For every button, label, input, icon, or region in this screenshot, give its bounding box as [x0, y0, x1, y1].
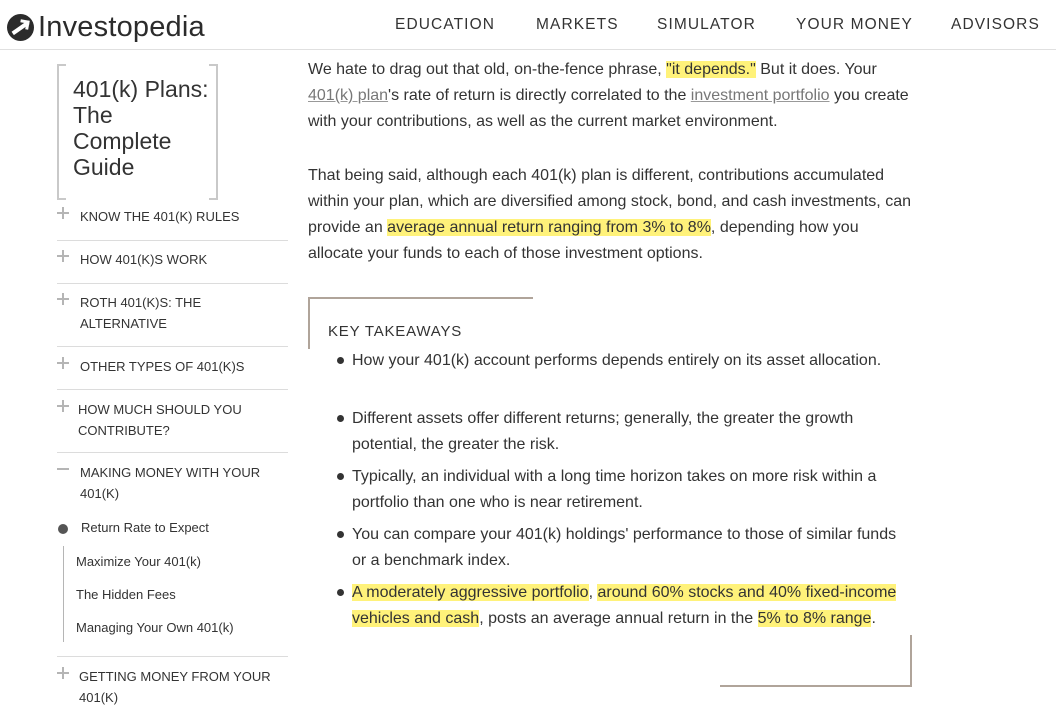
- sub-item-maximize[interactable]: Maximize Your 401(k): [76, 554, 201, 569]
- plus-icon[interactable]: [57, 357, 69, 369]
- logo[interactable]: Investopedia: [7, 10, 205, 44]
- nav-markets[interactable]: MARKETS: [536, 16, 619, 34]
- article-paragraph-2: That being said, although each 401(k) pl…: [308, 163, 913, 267]
- sub-item-managing[interactable]: Managing Your Own 401(k): [76, 620, 234, 635]
- highlight: A moderately aggressive portfolio: [352, 584, 589, 601]
- takeaways-corner-top: [308, 297, 310, 349]
- highlight: 5% to 8% range: [757, 610, 872, 627]
- investopedia-logo-icon: [7, 13, 34, 41]
- sidebar-item-label: KNOW THE 401(K) RULES: [80, 209, 240, 224]
- takeaways-heading: KEY TAKEAWAYS: [328, 323, 463, 340]
- takeaways-rule-bottom: [720, 685, 912, 687]
- plus-icon[interactable]: [57, 400, 69, 412]
- guide-title[interactable]: 401(k) Plans: The Complete Guide: [73, 76, 213, 180]
- bullet-icon: [337, 589, 344, 596]
- takeaway-item: Different assets offer different returns…: [352, 410, 854, 453]
- bullet-icon: [337, 415, 344, 422]
- sub-item-hidden-fees[interactable]: The Hidden Fees: [76, 587, 176, 602]
- sidebar-item-other-types[interactable]: OTHER TYPES OF 401(K)S: [57, 356, 288, 390]
- takeaway-item: How your 401(k) account performs depends…: [352, 352, 882, 369]
- takeaway-item: Typically, an individual with a long tim…: [352, 468, 877, 511]
- sidebar-item-label: MAKING MONEY WITH YOUR 401(K): [80, 465, 261, 501]
- guide-title-box: 401(k) Plans: The Complete Guide: [57, 64, 218, 200]
- article-paragraph-1: We hate to drag out that old, on-the-fen…: [308, 57, 913, 135]
- logo-text: Investopedia: [38, 11, 205, 43]
- sidebar-item-roth[interactable]: ROTH 401(K)S: THE ALTERNATIVE: [57, 292, 288, 347]
- current-page-label[interactable]: Return Rate to Expect: [81, 520, 209, 535]
- plus-icon[interactable]: [57, 667, 69, 679]
- text-run: , posts an average annual return in the: [479, 610, 758, 627]
- sidebar-item-making-money[interactable]: MAKING MONEY WITH YOUR 401(K): [57, 462, 288, 507]
- nav-education[interactable]: EDUCATION: [395, 16, 495, 34]
- sidebar-item-how-work[interactable]: HOW 401(K)S WORK: [57, 249, 288, 284]
- takeaways-rule-top: [308, 297, 533, 299]
- sidebar-item-contribute[interactable]: HOW MUCH SHOULD YOU CONTRIBUTE?: [57, 399, 288, 453]
- highlight: "it depends.": [666, 61, 756, 78]
- plus-icon[interactable]: [57, 250, 69, 262]
- plus-icon[interactable]: [57, 293, 69, 305]
- sidebar-item-label: OTHER TYPES OF 401(K)S: [80, 359, 245, 374]
- nav-simulator[interactable]: SIMULATOR: [657, 16, 756, 34]
- bracket-left: [57, 64, 66, 200]
- sidebar-item-label: HOW 401(K)S WORK: [80, 252, 208, 267]
- nav-your-money[interactable]: YOUR MONEY: [796, 16, 913, 34]
- text-run: .: [871, 610, 876, 627]
- takeaway-item-highlighted: A moderately aggressive portfolio, aroun…: [352, 580, 902, 632]
- takeaway-item: You can compare your 401(k) holdings' pe…: [352, 526, 897, 569]
- bullet-icon: [337, 531, 344, 538]
- plus-icon[interactable]: [57, 207, 69, 219]
- nav-advisors[interactable]: ADVISORS: [951, 16, 1040, 34]
- text-run: 's rate of return is directly correlated…: [388, 87, 691, 104]
- bullet-icon: [337, 357, 344, 364]
- takeaways-corner-bottom: [910, 635, 912, 687]
- link-401k-plan[interactable]: 401(k) plan: [308, 87, 388, 104]
- sidebar-item-label: HOW MUCH SHOULD YOU CONTRIBUTE?: [78, 402, 242, 438]
- sidebar-item-getting-money[interactable]: GETTING MONEY FROM YOUR 401(K): [57, 666, 288, 712]
- minus-icon[interactable]: [57, 463, 69, 475]
- sub-item-divider: [63, 546, 64, 642]
- guide-sidebar: 401(k) Plans: The Complete Guide KNOW TH…: [0, 49, 300, 712]
- text-run: We hate to drag out that old, on-the-fen…: [308, 61, 667, 78]
- link-investment-portfolio[interactable]: investment portfolio: [691, 87, 830, 104]
- sidebar-item-label: ROTH 401(K)S: THE ALTERNATIVE: [80, 295, 202, 331]
- current-page-bullet-icon: [58, 524, 68, 534]
- bullet-icon: [337, 473, 344, 480]
- highlight: average annual return ranging from 3% to…: [387, 219, 711, 236]
- site-header: Investopedia EDUCATION MARKETS SIMULATOR…: [0, 0, 1056, 50]
- sidebar-item-know-rules[interactable]: KNOW THE 401(K) RULES: [57, 206, 288, 241]
- sidebar-divider: [57, 656, 288, 657]
- sidebar-item-label: GETTING MONEY FROM YOUR 401(K): [79, 669, 271, 705]
- text-run: But it does. Your: [755, 61, 877, 78]
